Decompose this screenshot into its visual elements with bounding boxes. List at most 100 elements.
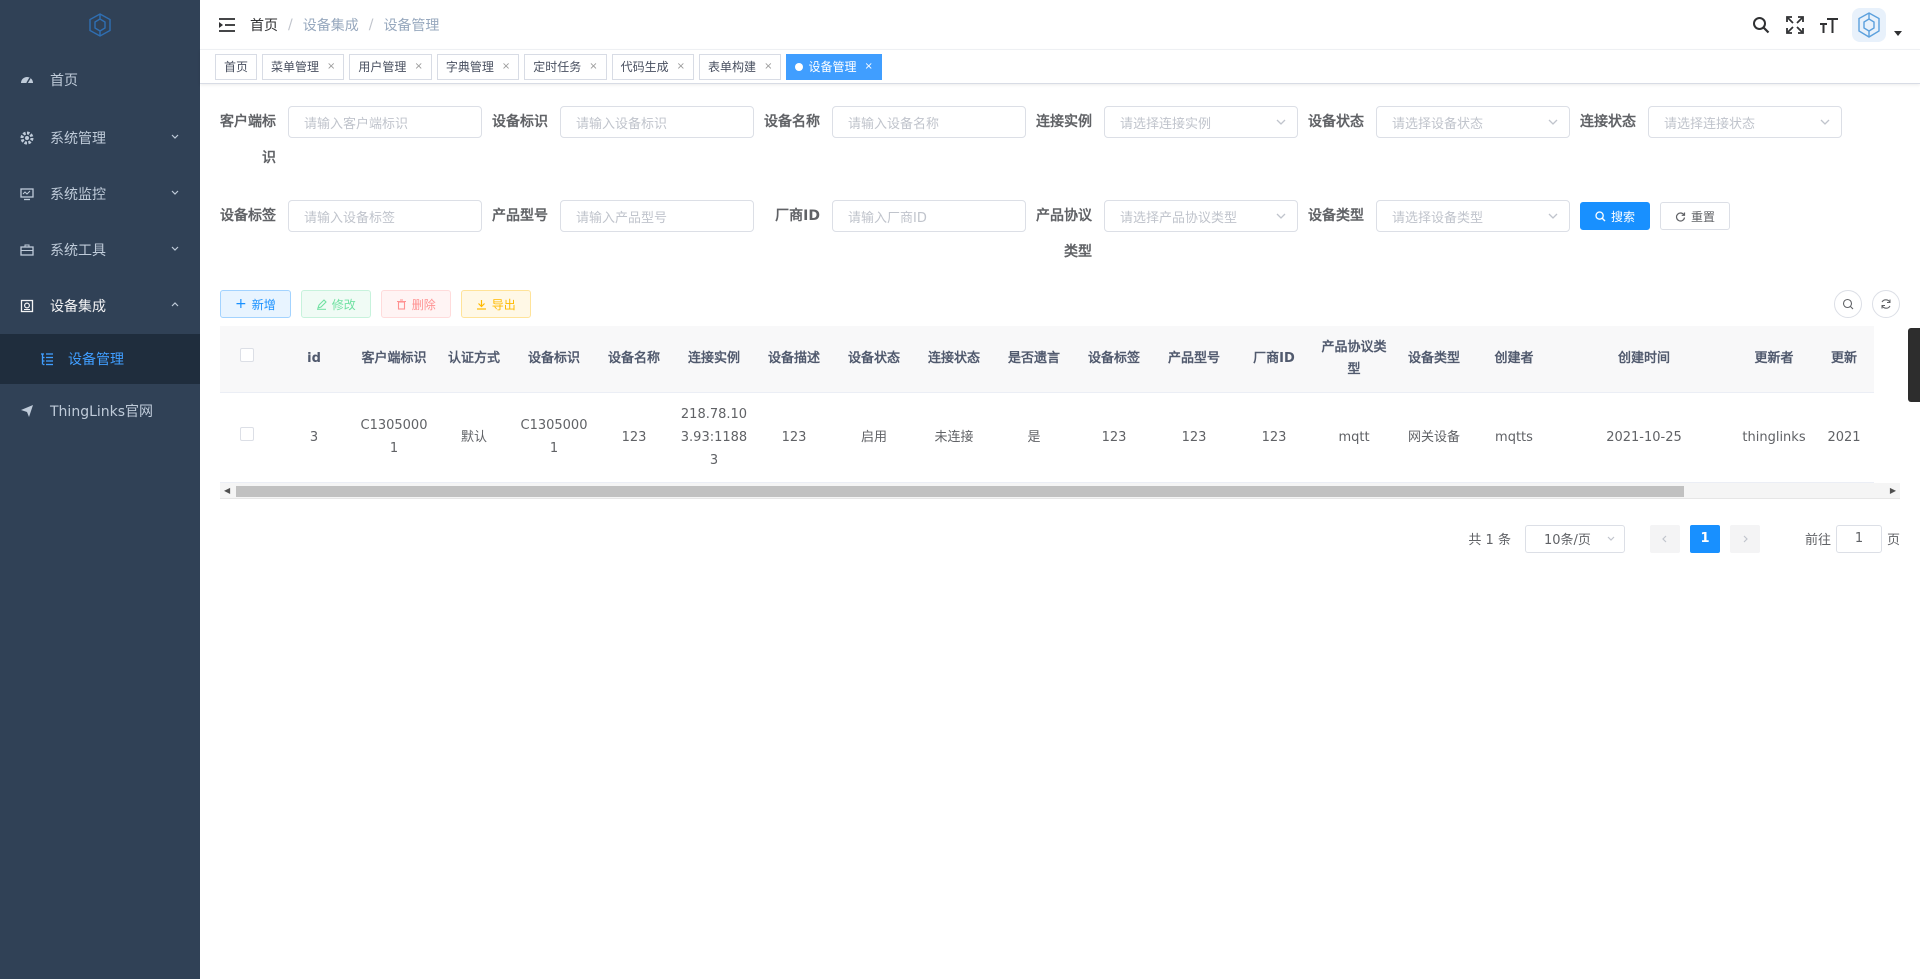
sidebar-item-device-integration[interactable]: 设备集成: [0, 278, 200, 334]
column-header: 设备类型: [1394, 326, 1474, 393]
form-item-device-status: 设备状态 请选择设备状态: [1308, 104, 1570, 140]
page-number-button[interactable]: 1: [1689, 524, 1720, 553]
tag-form-builder[interactable]: 表单构建 ×: [699, 53, 782, 80]
form-item-product-model: 产品型号 请输入产品型号: [492, 198, 754, 234]
table-header-row: id 客户端标识 认证方式 设备标识 设备名称 连接实例 设备描述 设备状态 连…: [220, 326, 1874, 393]
sidebar-item-thinglinks-site[interactable]: ThingLinks官网: [0, 384, 200, 438]
scroll-right-icon[interactable]: ▶: [1890, 486, 1896, 495]
page-size-select[interactable]: 10条/页: [1524, 524, 1625, 553]
table-body: 3 C13050001 默认 C13050001 123 218.78.103.…: [220, 392, 1874, 483]
gear-icon: [20, 131, 34, 145]
sidebar-item-system-monitor[interactable]: 系统监控: [0, 166, 200, 222]
font-size-button[interactable]: [1812, 0, 1846, 50]
device-identification-input[interactable]: 请输入设备标识: [560, 106, 754, 138]
refresh-button[interactable]: [1872, 290, 1900, 318]
table-cell: mqtts: [1474, 392, 1554, 483]
menu-fold-icon: [219, 17, 235, 32]
breadcrumb-separator: /: [288, 16, 293, 33]
row-checkbox[interactable]: [240, 426, 254, 441]
reset-button[interactable]: 重置: [1660, 202, 1731, 230]
connect-status-select[interactable]: 请选择连接状态: [1648, 106, 1842, 138]
close-icon[interactable]: ×: [589, 61, 597, 72]
table-cell: 网关设备: [1394, 392, 1474, 483]
form-label: 连接实例: [1036, 114, 1092, 130]
scroll-left-icon[interactable]: ◀: [224, 486, 230, 495]
export-button-label: 导出: [491, 297, 516, 312]
sidebar-item-label: 首页: [50, 73, 78, 89]
close-icon[interactable]: ×: [764, 61, 772, 72]
table-cell: 3: [274, 392, 354, 483]
sidebar: 首页 系统管理 系统监控 系统工具 设备集成 设备管理 ThingLinks官网: [0, 0, 200, 979]
device-table: id 客户端标识 认证方式 设备标识 设备名称 连接实例 设备描述 设备状态 连…: [220, 326, 1900, 499]
add-button[interactable]: + 新增: [220, 290, 291, 318]
breadcrumb-item-home[interactable]: 首页: [250, 15, 278, 35]
client-id-input[interactable]: 请输入客户端标识: [288, 106, 482, 138]
scrollbar-thumb[interactable]: [236, 485, 1684, 497]
connector-select[interactable]: 请选择连接实例: [1104, 106, 1298, 138]
toggle-search-button[interactable]: [1834, 290, 1862, 318]
jump-page-input[interactable]: 1: [1835, 524, 1882, 553]
logo[interactable]: [0, 0, 200, 50]
avatar-dropdown[interactable]: [1852, 8, 1904, 42]
sidebar-subitem-device-management[interactable]: 设备管理: [0, 334, 200, 384]
sidebar-item-home[interactable]: 首页: [0, 50, 200, 110]
sidebar-item-system-management[interactable]: 系统管理: [0, 110, 200, 166]
chevron-down-icon: [1820, 119, 1830, 125]
settings-drawer-handle[interactable]: [1908, 328, 1920, 402]
tag-label: 代码生成: [620, 60, 669, 74]
device-status-select[interactable]: 请选择设备状态: [1376, 106, 1570, 138]
form-label: 设备标识: [492, 114, 548, 130]
download-icon: [476, 299, 486, 310]
search-icon: [1753, 17, 1770, 34]
tag-scheduled-tasks[interactable]: 定时任务 ×: [524, 53, 607, 80]
tag-user-management[interactable]: 用户管理 ×: [349, 53, 432, 80]
tag-device-management[interactable]: 设备管理 ×: [786, 53, 882, 80]
close-icon[interactable]: ×: [864, 61, 872, 72]
horizontal-scrollbar[interactable]: ◀ ▶: [220, 482, 1900, 499]
sidebar-item-system-tools[interactable]: 系统工具: [0, 222, 200, 278]
column-header: 创建者: [1474, 326, 1554, 393]
column-header: 设备标识: [514, 326, 594, 393]
header-search-button[interactable]: [1744, 0, 1778, 50]
fullscreen-button[interactable]: [1778, 0, 1812, 50]
chevron-down-icon: [1607, 536, 1615, 541]
table-cell: 未连接: [914, 392, 994, 483]
breadcrumb-item-device-integration: 设备集成: [302, 17, 359, 34]
tag-code-generation[interactable]: 代码生成 ×: [611, 53, 695, 80]
search-button[interactable]: 搜索: [1580, 202, 1651, 230]
select-all-checkbox[interactable]: [240, 347, 254, 362]
right-menu: [1744, 0, 1920, 50]
close-icon[interactable]: ×: [502, 61, 510, 72]
sidebar-item-label: 系统监控: [50, 187, 106, 203]
tag-dict-management[interactable]: 字典管理 ×: [436, 53, 520, 80]
delete-button[interactable]: 删除: [380, 290, 451, 318]
close-icon[interactable]: ×: [414, 61, 422, 72]
tag-menu-management[interactable]: 菜单管理 ×: [262, 53, 345, 80]
next-page-button[interactable]: [1729, 524, 1760, 553]
table-cell: 默认: [434, 392, 514, 483]
table-row[interactable]: 3 C13050001 默认 C13050001 123 218.78.103.…: [220, 392, 1874, 483]
prev-page-button[interactable]: [1649, 524, 1680, 553]
device-tags-input[interactable]: 请输入设备标签: [288, 200, 482, 232]
avatar-logo-icon: [1858, 12, 1880, 38]
close-icon[interactable]: ×: [327, 61, 335, 72]
close-icon[interactable]: ×: [677, 61, 685, 72]
search-icon: [1842, 298, 1854, 310]
tag-label: 字典管理: [445, 60, 494, 74]
edit-button[interactable]: 修改: [300, 290, 371, 318]
manufacturer-id-input[interactable]: 请输入厂商ID: [832, 200, 1026, 232]
product-model-input[interactable]: 请输入产品型号: [560, 200, 754, 232]
tag-home[interactable]: 首页: [215, 53, 258, 80]
hamburger-button[interactable]: [200, 0, 250, 50]
select-placeholder: 请选择连接状态: [1664, 116, 1756, 132]
column-header: 厂商ID: [1234, 326, 1314, 393]
column-header: 产品型号: [1154, 326, 1234, 393]
device-type-select[interactable]: 请选择设备类型: [1376, 200, 1570, 232]
select-placeholder: 请选择连接实例: [1120, 116, 1212, 132]
avatar: [1852, 8, 1886, 42]
table-cell: mqtt: [1314, 392, 1394, 483]
chevron-down-icon: [171, 246, 179, 251]
device-name-input[interactable]: 请输入设备名称: [832, 106, 1026, 138]
export-button[interactable]: 导出: [460, 290, 531, 318]
protocol-type-select[interactable]: 请选择产品协议类型: [1104, 200, 1298, 232]
